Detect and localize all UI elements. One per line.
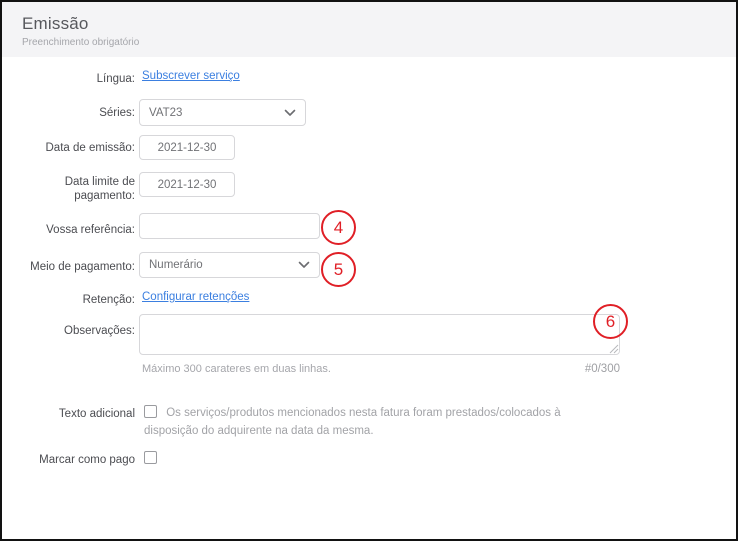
observacoes-label: Observações: xyxy=(20,324,135,338)
page-subtitle: Preenchimento obrigatório xyxy=(22,37,736,48)
texto-adicional-label: Texto adicional xyxy=(20,407,135,421)
texto-adicional-checkbox-text: Os serviços/produtos mencionados nesta f… xyxy=(144,407,561,437)
observacoes-helper-text: Máximo 300 carateres em duas linhas. xyxy=(142,363,331,375)
observacoes-char-counter: #0/300 xyxy=(520,363,620,375)
vossa-referencia-label: Vossa referência: xyxy=(20,223,135,237)
meio-pagamento-label: Meio de pagamento: xyxy=(20,260,135,274)
annotation-circle-6: 6 xyxy=(593,304,628,339)
chevron-down-icon xyxy=(298,261,310,269)
chevron-down-icon xyxy=(284,109,296,117)
texto-adicional-checkbox[interactable] xyxy=(144,405,157,418)
panel-header: Emissão Preenchimento obrigatório xyxy=(2,2,736,57)
vossa-referencia-input[interactable] xyxy=(139,213,320,239)
subscrever-servico-link[interactable]: Subscrever serviço xyxy=(142,70,240,82)
data-emissao-input[interactable] xyxy=(139,135,235,160)
data-limite-label: Data limite de pagamento: xyxy=(20,175,135,203)
emissao-panel: Emissão Preenchimento obrigatório Língua… xyxy=(0,0,738,541)
series-label: Séries: xyxy=(20,106,135,120)
observacoes-textarea[interactable] xyxy=(139,314,620,355)
retencao-label: Retenção: xyxy=(20,293,135,307)
marcar-como-pago-checkbox[interactable] xyxy=(144,451,157,464)
lingua-label: Língua: xyxy=(20,72,135,86)
texto-adicional-checkline: Os serviços/produtos mencionados nesta f… xyxy=(144,404,614,440)
annotation-circle-4: 4 xyxy=(321,210,356,245)
configurar-retencoes-link[interactable]: Configurar retenções xyxy=(142,291,249,303)
data-limite-input[interactable] xyxy=(139,172,235,197)
meio-pagamento-select[interactable]: Numerário xyxy=(139,252,320,278)
marcar-como-pago-label: Marcar como pago xyxy=(20,453,135,467)
page-title: Emissão xyxy=(22,14,736,34)
data-emissao-label: Data de emissão: xyxy=(20,141,135,155)
meio-pagamento-selected-value: Numerário xyxy=(149,259,203,271)
annotation-circle-5: 5 xyxy=(321,252,356,287)
series-selected-value: VAT23 xyxy=(149,107,182,119)
series-select[interactable]: VAT23 xyxy=(139,99,306,126)
